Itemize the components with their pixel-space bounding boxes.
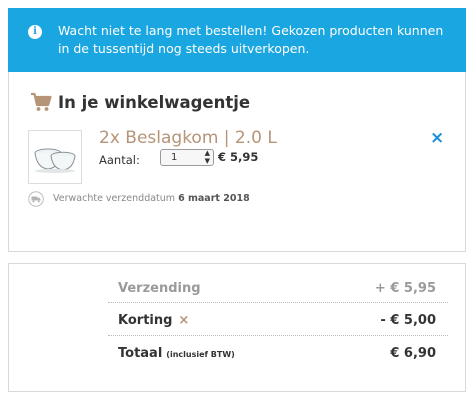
notice-text: Wacht niet te lang met bestellen! Gekoze… <box>58 23 444 56</box>
remove-discount-button[interactable]: × <box>178 313 189 328</box>
cart-icon <box>31 92 52 111</box>
shipping-date: 6 maart 2018 <box>178 193 250 204</box>
discount-row: Korting × - € 5,00 <box>108 308 448 334</box>
shipping-estimate: Verwachte verzenddatum 6 maart 2018 <box>53 193 250 204</box>
divider <box>108 335 448 336</box>
divider <box>108 302 448 303</box>
info-icon: i <box>28 25 42 39</box>
truck-icon <box>28 191 44 207</box>
stepper-arrows-icon: ▲ ▼ <box>204 149 210 165</box>
stock-notice: i Wacht niet te lang met bestellen! Geko… <box>8 8 466 72</box>
discount-value: - € 5,00 <box>380 313 436 328</box>
product-name[interactable]: 2x Beslagkom | 2.0 L <box>99 128 277 148</box>
discount-label: Korting × <box>118 313 190 328</box>
total-row: Totaal (inclusief BTW) € 6,90 <box>108 341 448 367</box>
cart-title: In je winkelwagentje <box>58 93 251 112</box>
shipping-cost-value: + € 5,95 <box>374 281 436 296</box>
item-price: € 5,95 <box>218 150 259 164</box>
product-thumbnail[interactable] <box>28 130 82 184</box>
shipping-cost-label: Verzending <box>118 281 201 296</box>
total-value: € 6,90 <box>390 346 436 361</box>
shipping-row: Verzending + € 5,95 <box>108 276 448 302</box>
shipping-label: Verwachte verzenddatum <box>53 193 176 204</box>
bowls-image <box>34 148 76 173</box>
quantity-value: 1 <box>171 152 178 163</box>
quantity-select[interactable]: 1 ▲ ▼ <box>160 149 214 166</box>
quantity-label: Aantal: <box>99 153 140 167</box>
remove-item-button[interactable]: × <box>430 128 444 148</box>
total-label: Totaal (inclusief BTW) <box>118 346 235 361</box>
total-note: (inclusief BTW) <box>166 350 235 359</box>
